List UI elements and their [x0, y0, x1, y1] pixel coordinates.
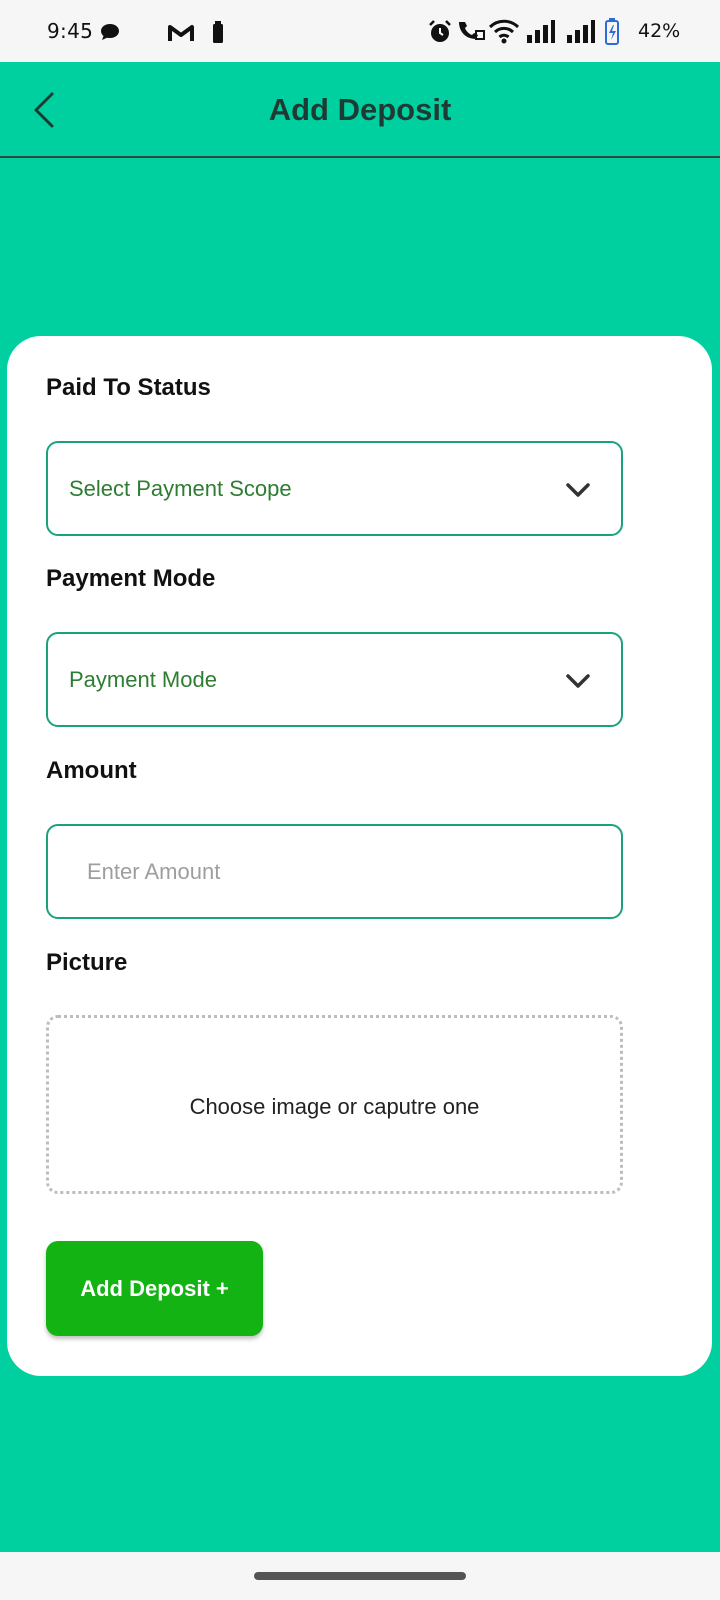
wifi-icon [488, 19, 520, 44]
paid-to-status-value: Select Payment Scope [69, 476, 292, 501]
battery-percent: 42% [638, 20, 681, 42]
wifi-call-icon [459, 22, 485, 40]
picture-label: Picture [46, 949, 128, 976]
amount-placeholder: Enter Amount [87, 859, 221, 884]
paid-to-status-select[interactable]: Select Payment Scope [46, 441, 623, 536]
deposit-form-card: Paid To Status Select Payment Scope Paym… [7, 336, 712, 1376]
amount-label: Amount [46, 757, 137, 784]
battery-charging-icon [605, 18, 619, 45]
page-title: Add Deposit [268, 92, 452, 127]
status-time: 9:45 [47, 19, 94, 43]
image-upload-text: Choose image or caputre one [189, 1094, 480, 1119]
signal-icon [567, 20, 595, 43]
navigation-bar [0, 1552, 720, 1600]
chevron-down-icon [566, 674, 590, 688]
status-bar: 9:45 42% [0, 0, 720, 62]
payment-mode-value: Payment Mode [69, 667, 217, 692]
add-deposit-button[interactable]: Add Deposit + [46, 1241, 263, 1336]
payment-mode-label: Payment Mode [46, 565, 216, 592]
chevron-down-icon [566, 483, 590, 497]
payment-mode-select[interactable]: Payment Mode [46, 632, 623, 727]
app-bar: Add Deposit [0, 62, 720, 158]
amount-input[interactable]: Enter Amount [46, 824, 623, 919]
signal-icon [527, 20, 555, 43]
paid-to-status-label: Paid To Status [46, 374, 211, 401]
chat-icon [101, 24, 119, 40]
image-upload-area[interactable]: Choose image or caputre one [46, 1015, 623, 1194]
gmail-icon [168, 25, 194, 41]
battery-small-icon [213, 21, 223, 43]
home-indicator[interactable] [254, 1572, 466, 1580]
alarm-icon [429, 20, 451, 42]
